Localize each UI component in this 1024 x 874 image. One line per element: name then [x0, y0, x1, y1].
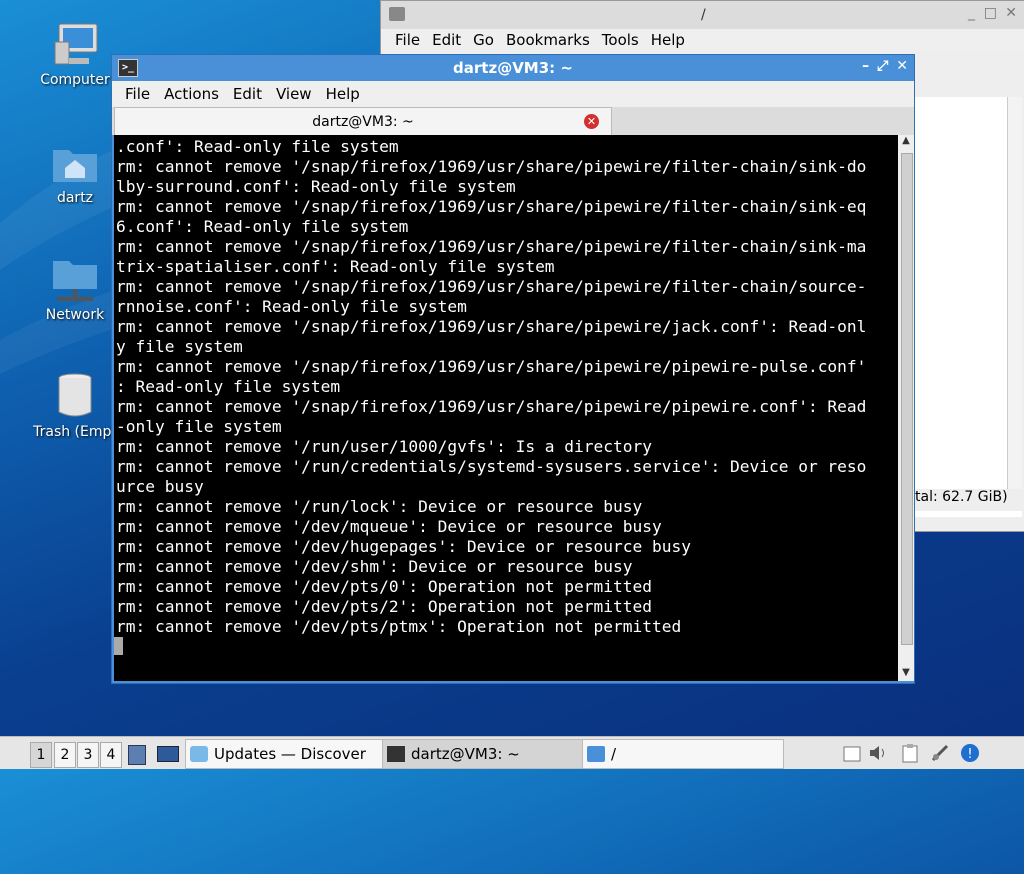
minimize-icon[interactable]: –: [862, 58, 869, 74]
tab-close-icon[interactable]: ✕: [584, 114, 599, 129]
terminal-line: rm: cannot remove '/snap/firefox/1969/us…: [116, 317, 867, 336]
desktop-icon-trash[interactable]: Trash (Empt: [25, 372, 125, 440]
terminal-line: lby-surround.conf': Read-only file syste…: [116, 177, 516, 196]
menu-help[interactable]: Help: [319, 85, 367, 103]
folder-icon: [587, 746, 605, 762]
terminal-line: rm: cannot remove '/snap/firefox/1969/us…: [116, 357, 867, 376]
terminal-titlebar[interactable]: >_ dartz@VM3: ~ – ⤢ ✕: [112, 55, 914, 81]
terminal-line: y file system: [116, 337, 243, 356]
desktop-icon-label: dartz: [56, 190, 94, 206]
terminal-tab-label: dartz@VM3: ~: [312, 114, 414, 130]
file-manager-titlebar[interactable]: / _ □ ✕: [381, 1, 1024, 29]
folder-icon: [389, 7, 405, 21]
network-folder-icon: [51, 255, 99, 303]
computer-icon: [51, 20, 99, 68]
terminal-line: .conf': Read-only file system: [116, 137, 399, 156]
terminal-line: rm: cannot remove '/snap/firefox/1969/us…: [116, 277, 867, 296]
terminal-line: trix-spatialiser.conf': Read-only file s…: [116, 257, 555, 276]
clipboard-icon[interactable]: [900, 743, 920, 763]
menu-view[interactable]: View: [269, 85, 319, 103]
close-icon[interactable]: ✕: [896, 58, 908, 74]
terminal-line: rm: cannot remove '/snap/firefox/1969/us…: [116, 197, 867, 216]
maximize-icon[interactable]: □: [984, 5, 997, 21]
menu-help[interactable]: Help: [645, 31, 691, 49]
discover-icon: [190, 746, 208, 762]
workspace-4[interactable]: 4: [100, 742, 122, 768]
terminal-text: .conf': Read-only file system rm: cannot …: [114, 135, 898, 637]
task-label: dartz@VM3: ~: [411, 745, 520, 763]
terminal-line: rm: cannot remove '/run/lock': Device or…: [116, 497, 643, 516]
scroll-down-icon[interactable]: ▼: [898, 667, 914, 681]
menu-file[interactable]: File: [118, 85, 157, 103]
terminal-line: rm: cannot remove '/run/credentials/syst…: [116, 457, 867, 476]
status-bar: tal: 62.7 GiB): [913, 489, 1024, 511]
task-label: /: [611, 745, 617, 763]
scroll-up-icon[interactable]: ▲: [898, 135, 914, 149]
file-manager-launcher-icon[interactable]: [128, 745, 146, 765]
terminal-window[interactable]: >_ dartz@VM3: ~ – ⤢ ✕ File Actions Edit …: [111, 54, 915, 684]
terminal-line: rm: cannot remove '/dev/shm': Device or …: [116, 557, 633, 576]
terminal-line: rm: cannot remove '/dev/pts/0': Operatio…: [116, 577, 653, 596]
workspace-3[interactable]: 3: [77, 742, 99, 768]
terminal-line: rm: cannot remove '/snap/firefox/1969/us…: [116, 237, 867, 256]
terminal-line: rm: cannot remove '/dev/hugepages': Devi…: [116, 537, 691, 556]
task-discover[interactable]: Updates — Discover: [185, 739, 383, 769]
terminal-line: rm: cannot remove '/dev/pts/2': Operatio…: [116, 597, 653, 616]
menu-file[interactable]: File: [389, 31, 426, 49]
workspace-2[interactable]: 2: [54, 742, 76, 768]
terminal-line: rm: cannot remove '/run/user/1000/gvfs':…: [116, 437, 653, 456]
desktop-icon-label: Trash (Empt: [33, 424, 117, 440]
terminal-icon: [387, 746, 405, 762]
svg-text:!: !: [967, 747, 972, 762]
terminal-title: dartz@VM3: ~: [453, 59, 573, 77]
close-icon[interactable]: ✕: [1005, 5, 1017, 21]
menu-edit[interactable]: Edit: [226, 85, 269, 103]
terminal-line: -only file system: [116, 417, 282, 436]
menu-tools[interactable]: Tools: [596, 31, 645, 49]
terminal-line: rm: cannot remove '/snap/firefox/1969/us…: [116, 157, 867, 176]
terminal-line: rnnoise.conf': Read-only file system: [116, 297, 467, 316]
workspace-1[interactable]: 1: [30, 742, 52, 768]
taskbar: 1 2 3 4 Updates — Discover dartz@VM3: ~ …: [0, 736, 1024, 769]
terminal-cursor: [114, 637, 123, 655]
task-terminal[interactable]: dartz@VM3: ~: [382, 739, 584, 769]
terminal-line: urce busy: [116, 477, 204, 496]
terminal-scrollbar[interactable]: ▲ ▼: [898, 135, 914, 681]
desktop-icon-network[interactable]: Network: [25, 255, 125, 323]
show-desktop-icon[interactable]: [157, 746, 179, 762]
menu-edit[interactable]: Edit: [426, 31, 467, 49]
terminal-icon: >_: [118, 59, 138, 77]
desktop-icon-label: Computer: [40, 72, 110, 88]
volume-icon[interactable]: [868, 743, 888, 763]
desktop-icon-home[interactable]: dartz: [25, 138, 125, 206]
terminal-tab[interactable]: dartz@VM3: ~ ✕: [114, 107, 612, 136]
notes-icon[interactable]: [842, 743, 862, 763]
minimize-icon[interactable]: _: [968, 5, 975, 21]
terminal-line: : Read-only file system: [116, 377, 341, 396]
menu-go[interactable]: Go: [467, 31, 500, 49]
terminal-line: rm: cannot remove '/snap/firefox/1969/us…: [116, 397, 867, 416]
task-file-manager[interactable]: /: [582, 739, 784, 769]
scrollbar-thumb[interactable]: [901, 153, 913, 645]
menu-bookmarks[interactable]: Bookmarks: [500, 31, 596, 49]
file-manager-title: /: [701, 7, 706, 23]
updates-icon[interactable]: !: [960, 743, 980, 763]
desktop-icon-label: Network: [45, 307, 105, 323]
terminal-menubar: File Actions Edit View Help: [112, 81, 914, 107]
task-label: Updates — Discover: [214, 745, 366, 763]
terminal-line: 6.conf': Read-only file system: [116, 217, 409, 236]
trash-icon: [51, 372, 99, 420]
terminal-line: rm: cannot remove '/dev/mqueue': Device …: [116, 517, 662, 536]
terminal-tabbar: dartz@VM3: ~ ✕: [112, 107, 914, 136]
vertical-scrollbar[interactable]: [1007, 97, 1022, 489]
file-list-pane[interactable]: [913, 97, 1022, 517]
network-icon[interactable]: [930, 743, 950, 763]
file-manager-menubar: File Edit Go Bookmarks Tools Help: [381, 29, 1024, 51]
maximize-icon[interactable]: ⤢: [877, 58, 888, 74]
menu-actions[interactable]: Actions: [157, 85, 226, 103]
terminal-output[interactable]: .conf': Read-only file system rm: cannot …: [114, 135, 898, 681]
terminal-line: rm: cannot remove '/dev/pts/ptmx': Opera…: [116, 617, 682, 636]
home-folder-icon: [51, 138, 99, 186]
desktop-icon-computer[interactable]: Computer: [25, 20, 125, 88]
